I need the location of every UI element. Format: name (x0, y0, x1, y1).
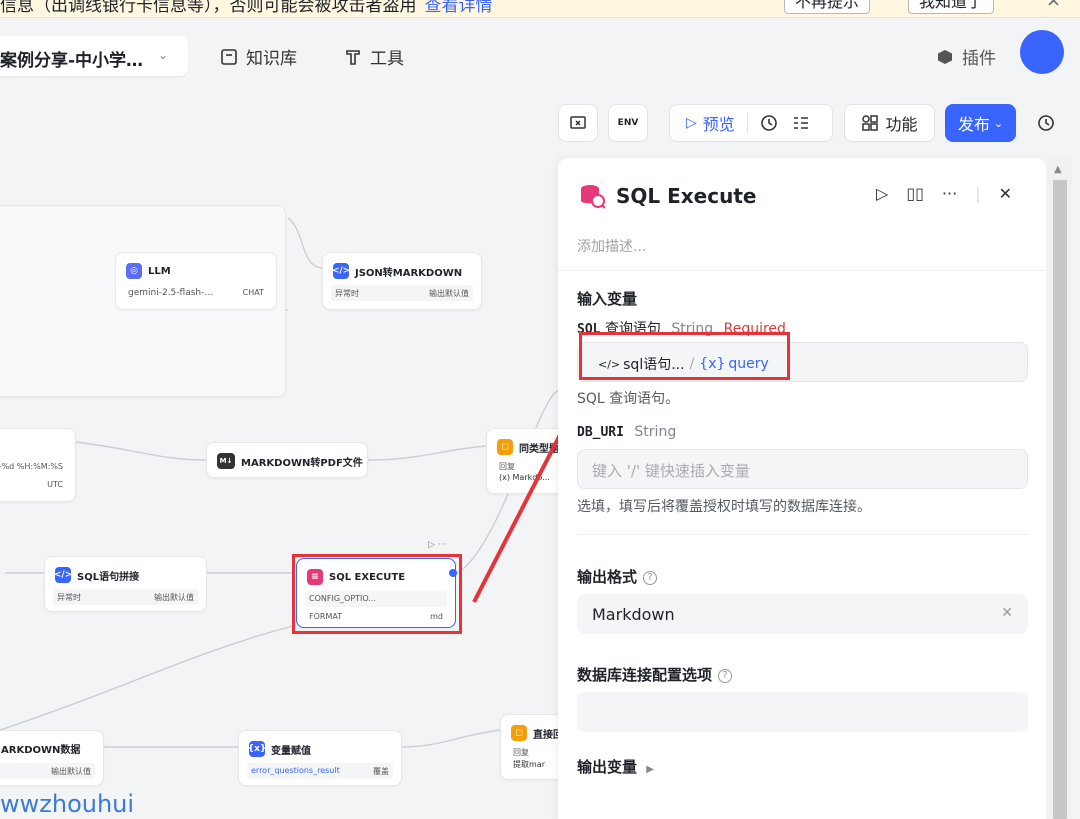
node-json-to-markdown[interactable]: </> JSON转MARKDOWN 异常时 输出默认值 (322, 252, 482, 310)
highlight-box-node (292, 554, 462, 634)
chat-badge: CHAT (242, 288, 264, 297)
project-selector[interactable]: 案例分享-中小学… ⌄ (0, 36, 188, 76)
preview-group: ▷ 预览 (669, 104, 833, 142)
env-icon: ENV (617, 118, 639, 128)
nav-knowledge-base[interactable]: 知识库 (220, 44, 297, 69)
version-history-button[interactable] (1026, 104, 1066, 142)
node-markdown-data[interactable]: ARKDOWN数据 输出默认值 (0, 730, 104, 786)
help-icon[interactable]: ? (718, 668, 733, 683)
apps-icon (862, 115, 879, 131)
node-llm[interactable]: ◎ LLM gemini-2.5-flash-… CHAT (115, 252, 277, 310)
sql-hint: SQL 查询语句。 (577, 391, 680, 407)
node-sql-concat[interactable]: </> SQL语句拼接 异常时 输出默认值 (44, 556, 207, 612)
node-date-format[interactable]: n-%d %H:%M:%S UTC (0, 428, 76, 502)
run-node-icon[interactable]: ▷ (876, 184, 888, 203)
notice-details-link[interactable]: 查看详情 (425, 0, 493, 16)
output-variables-toggle[interactable]: 输出变量 ▶ (577, 756, 654, 777)
node-variable-assign[interactable]: {x} 变量赋值 error_questions_result 覆盖 (238, 730, 402, 786)
markdown-icon: M↓ (217, 453, 235, 469)
code-icon: </> (54, 567, 72, 583)
play-icon: ▷ (686, 115, 697, 131)
clear-variables-button[interactable] (558, 104, 598, 142)
llm-icon: ◎ (126, 263, 142, 279)
db-uri-input[interactable]: 键入 '/' 键快速插入变量 (577, 449, 1028, 489)
db-config-label: 数据库连接配置选项? (577, 664, 733, 685)
tool-icon (346, 49, 360, 65)
help-icon[interactable]: ? (643, 570, 658, 585)
features-button[interactable]: 功能 (844, 104, 935, 142)
scrollbar-thumb[interactable] (1053, 180, 1067, 819)
app-header: 案例分享-中小学… ⌄ 知识库 工具 插件 (0, 18, 1080, 90)
history-icon (1038, 115, 1054, 131)
output-format-select[interactable]: Markdown ✕ (577, 594, 1028, 634)
more-icon[interactable]: ··· (942, 184, 957, 203)
node-settings-panel: SQL Execute ▷ ▯▯ ··· | ✕ 添加描述... 输入变量 SQ… (558, 158, 1046, 819)
variable-icon: {x} (248, 741, 266, 757)
checklist-icon[interactable] (792, 114, 810, 132)
reply-icon: ◻ (511, 725, 527, 741)
clear-icon (570, 116, 586, 129)
history-run-icon[interactable] (760, 114, 778, 132)
watermark: wwzhouhui (0, 790, 135, 818)
clear-icon[interactable]: ✕ (1001, 605, 1013, 621)
cube-icon (938, 49, 952, 64)
docs-icon[interactable]: ▯▯ (906, 184, 924, 203)
input-variables-title: 输入变量 (577, 290, 638, 308)
security-notice-banner: 信息（出调线银行卡信息等），否则可能会被攻击者盗用 查看详情 不再提示 我知道了 … (0, 0, 1080, 18)
publish-button[interactable]: 发布 ⌄ (945, 104, 1016, 142)
panel-scrollbar[interactable]: ▲ (1048, 158, 1072, 819)
highlight-box-input (579, 332, 790, 380)
chevron-down-icon: ⌄ (158, 48, 169, 62)
model-name: gemini-2.5-flash-… (128, 288, 214, 298)
scroll-up-icon[interactable]: ▲ (1054, 164, 1062, 175)
got-it-button[interactable]: 我知道了 (908, 0, 995, 14)
preview-button[interactable]: 预览 (703, 111, 735, 135)
notice-text: 信息（出调线银行卡信息等），否则可能会被攻击者盗用 查看详情 (0, 0, 493, 16)
panel-title: SQL Execute (616, 184, 757, 208)
no-remind-button[interactable]: 不再提示 (784, 0, 871, 14)
caret-right-icon: ▶ (646, 764, 654, 775)
notice-close-icon[interactable]: × (1046, 0, 1061, 11)
nav-plugins[interactable]: 插件 (936, 44, 996, 69)
user-avatar[interactable] (1020, 30, 1064, 74)
close-icon[interactable]: ✕ (999, 184, 1012, 203)
chevron-down-icon: ⌄ (993, 116, 1004, 130)
description-input[interactable]: 添加描述... (577, 236, 646, 256)
code-icon: </> (332, 263, 350, 279)
nav-tools[interactable]: 工具 (344, 44, 404, 69)
db-uri-field-label: DB_URI String (577, 424, 677, 440)
database-icon (581, 185, 606, 209)
node-markdown-to-pdf[interactable]: M↓ MARKDOWN转PDF文件 (206, 442, 368, 478)
db-uri-hint: 选填，填写后将覆盖授权时填写的数据库连接。 (577, 499, 871, 515)
db-config-input[interactable] (577, 692, 1028, 732)
project-name: 案例分享-中小学… (0, 51, 144, 71)
book-icon (221, 48, 237, 65)
output-format-label: 输出格式? (577, 566, 658, 587)
node-actions-icon[interactable]: ▷ ··· (428, 540, 446, 550)
env-button[interactable]: ENV (608, 104, 648, 142)
